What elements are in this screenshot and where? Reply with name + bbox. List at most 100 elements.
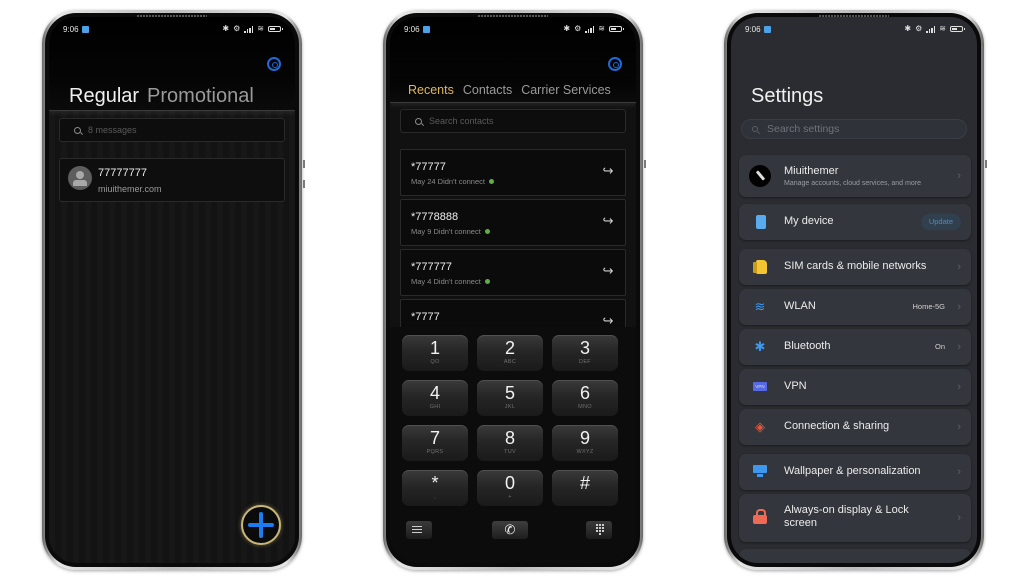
forward-icon[interactable]: ↪ [601, 314, 615, 328]
settings-item-label: SIM cards & mobile networks [784, 260, 927, 272]
key-5[interactable]: 5 JKL [477, 380, 543, 416]
key-2[interactable]: 2 ABC [477, 335, 543, 371]
settings-item-my-device[interactable]: My device Update [739, 204, 971, 240]
messages-tabs: Regular Promotional [69, 85, 254, 108]
settings-item-partial[interactable] [739, 549, 971, 563]
gear-icon[interactable] [608, 57, 622, 71]
search-icon [415, 117, 422, 125]
bluetooth-icon: ✱ [563, 24, 571, 33]
tab-carrier-services[interactable]: Carrier Services [521, 83, 611, 97]
chevron-right-icon: › [957, 341, 961, 353]
settings-item-label: Connection & sharing [784, 420, 890, 432]
settings-item-label: WLAN [784, 300, 816, 312]
forward-icon[interactable]: ↪ [601, 264, 615, 278]
call-detail-row: May 4 Didn't connect [411, 277, 490, 286]
key-digit: 1 [429, 338, 440, 358]
tab-promotional[interactable]: Promotional [147, 85, 254, 108]
key-9[interactable]: 9 WXYZ [552, 425, 618, 461]
key-letters: TUV [504, 449, 516, 455]
recent-call-item[interactable]: *7778888 May 9 Didn't connect ↪ [400, 199, 626, 246]
settings-item-vpn[interactable]: VPN VPN › [739, 369, 971, 405]
conversation-item[interactable]: 77777777 miuithemer.com [59, 158, 285, 202]
notification-icon [422, 25, 430, 33]
earpiece-speaker [819, 15, 889, 17]
call-detail: May 4 Didn't connect [411, 277, 481, 286]
key-letters: WXYZ [576, 449, 594, 455]
wifi-icon: ≋ [754, 299, 766, 314]
key-hash[interactable]: # [552, 470, 618, 506]
key-1[interactable]: 1 QO [402, 335, 468, 371]
battery-icon [268, 26, 283, 32]
new-message-button[interactable] [241, 505, 281, 545]
settings-item-connection-sharing[interactable]: ◈ Connection & sharing › [739, 409, 971, 445]
device-icon [756, 215, 766, 229]
forward-icon[interactable]: ↪ [601, 214, 615, 228]
settings-item-bluetooth[interactable]: ✱ Bluetooth On › [739, 329, 971, 365]
key-6[interactable]: 6 MNO [552, 380, 618, 416]
sim-card-icon [753, 260, 767, 274]
settings-item-lock-screen[interactable]: Always-on display & Lock screen › [739, 494, 971, 542]
update-button[interactable]: Update [920, 214, 961, 230]
settings-item-label: Bluetooth [784, 340, 831, 352]
settings-item-subtitle: Manage accounts, cloud services, and mor… [784, 180, 921, 187]
key-letters: + [508, 494, 512, 500]
wifi-icon: ≋ [257, 24, 264, 33]
call-number: *77777 [411, 161, 446, 173]
key-letters: QO [430, 359, 440, 365]
recent-call-item[interactable]: *777777 May 4 Didn't connect ↪ [400, 249, 626, 296]
tab-regular[interactable]: Regular [69, 85, 139, 108]
recent-call-item[interactable]: *77777 May 24 Didn't connect ↪ [400, 149, 626, 196]
chevron-right-icon: › [957, 466, 961, 478]
settings-item-value: On [934, 342, 945, 351]
key-digit: 3 [579, 338, 590, 358]
settings-item-wlan[interactable]: ≋ WLAN Home-5G › [739, 289, 971, 325]
key-star[interactable]: *, [402, 470, 468, 506]
volume-button [303, 160, 305, 168]
conversation-preview: miuithemer.com [98, 184, 162, 194]
dialpad-icon[interactable] [586, 521, 612, 539]
chevron-right-icon: › [957, 421, 961, 433]
contacts-search-input[interactable]: Search contacts [400, 109, 626, 133]
chevron-right-icon: › [957, 170, 961, 182]
alarm-icon: ⚙ [915, 24, 923, 33]
forward-icon[interactable]: ↪ [601, 164, 615, 178]
signal-icon [926, 25, 936, 33]
phone-bezel: 9:06 ✱ ⚙ ≋ Recents Contacts Carrier Serv… [386, 13, 640, 567]
menu-icon[interactable] [406, 521, 432, 539]
settings-item-sim-cards[interactable]: SIM cards & mobile networks › [739, 249, 971, 285]
phone-bezel: 9:06 ✱ ⚙ ≋ Regular Promotional 8 message… [45, 13, 299, 567]
gear-icon[interactable] [267, 57, 281, 71]
tab-recents[interactable]: Recents [408, 83, 454, 97]
phone-messages: 9:06 ✱ ⚙ ≋ Regular Promotional 8 message… [42, 10, 305, 570]
key-7[interactable]: 7 PQRS [402, 425, 468, 461]
volume-button [303, 180, 305, 188]
key-0[interactable]: 0 + [477, 470, 543, 506]
bluetooth-icon: ✱ [754, 339, 766, 354]
call-number: *777777 [411, 261, 452, 273]
settings-search-input[interactable]: Search settings [741, 119, 967, 139]
wifi-icon: ≋ [598, 24, 605, 33]
key-8[interactable]: 8 TUV [477, 425, 543, 461]
call-number: *7777 [411, 311, 440, 323]
alarm-icon: ⚙ [574, 24, 582, 33]
search-placeholder: Search settings [767, 123, 840, 135]
sim-indicator-icon [484, 229, 490, 234]
key-letters: , [434, 494, 436, 500]
battery-icon [950, 26, 965, 32]
dialer-tabs: Recents Contacts Carrier Services [408, 83, 611, 97]
key-digit: 8 [504, 428, 515, 448]
settings-item-account[interactable]: Miuithemer Manage accounts, cloud servic… [739, 155, 971, 197]
call-button[interactable]: ✆ [492, 521, 528, 539]
chevron-right-icon: › [957, 381, 961, 393]
messages-search-input[interactable]: 8 messages [59, 118, 285, 142]
settings-item-wallpaper[interactable]: Wallpaper & personalization › [739, 454, 971, 490]
status-time: 9:06 [745, 24, 761, 34]
key-digit: # [579, 473, 590, 493]
tab-contacts[interactable]: Contacts [463, 83, 512, 97]
key-letters: MNO [578, 404, 592, 410]
key-3[interactable]: 3 DEF [552, 335, 618, 371]
status-bar: 9:06 ✱ ⚙ ≋ [731, 17, 977, 41]
status-time: 9:06 [63, 24, 79, 34]
key-4[interactable]: 4 GHI [402, 380, 468, 416]
volume-button [644, 160, 646, 168]
